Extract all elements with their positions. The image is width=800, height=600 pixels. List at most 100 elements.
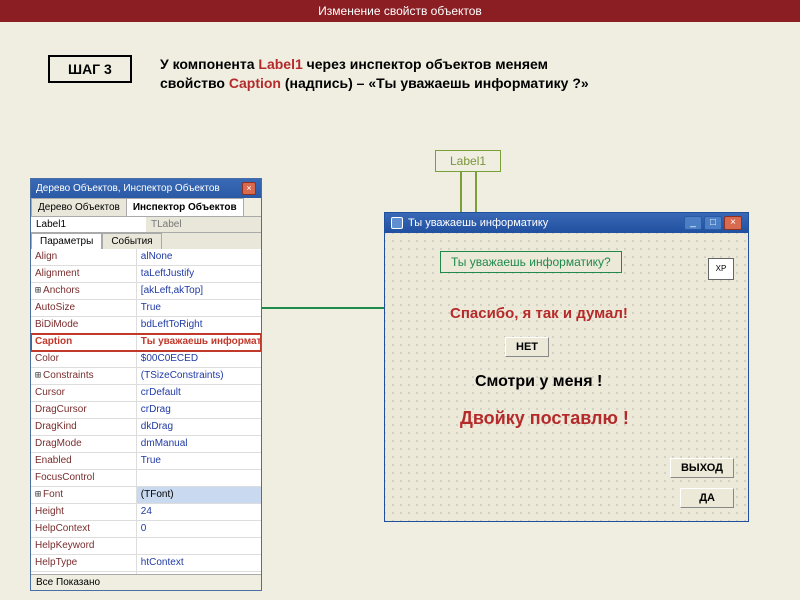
- property-value[interactable]: dkDrag: [137, 419, 261, 435]
- property-name: ⊞Anchors: [31, 283, 137, 299]
- intro-seg: У компонента: [160, 56, 258, 72]
- property-name: AutoSize: [31, 300, 137, 316]
- property-row[interactable]: Hint: [31, 572, 261, 574]
- property-name: Enabled: [31, 453, 137, 469]
- object-type: TLabel: [146, 217, 261, 232]
- connector-line: [255, 307, 390, 309]
- inspector-footer: Все Показано: [31, 574, 261, 590]
- property-name: DragKind: [31, 419, 137, 435]
- inspector-tabs: Дерево Объектов Инспектор Объектов: [31, 198, 261, 217]
- label-watch[interactable]: Смотри у меня !: [475, 373, 602, 391]
- property-row[interactable]: DragCursorcrDrag: [31, 402, 261, 419]
- intro-component: Label1: [258, 56, 302, 72]
- no-button[interactable]: НЕТ: [505, 337, 549, 357]
- property-row[interactable]: Color$00C0ECED: [31, 351, 261, 368]
- inspector-subtabs: Параметры События: [31, 233, 261, 249]
- form-client-area[interactable]: Ты уважаешь информатику? XP Спасибо, я т…: [385, 233, 748, 521]
- property-value[interactable]: Ты уважаешь информатику?: [137, 334, 261, 350]
- property-row[interactable]: AlignalNone: [31, 249, 261, 266]
- property-row[interactable]: AlignmenttaLeftJustify: [31, 266, 261, 283]
- subtab-events[interactable]: События: [102, 233, 161, 249]
- tab-inspector[interactable]: Инспектор Объектов: [126, 198, 244, 216]
- object-inspector-window: Дерево Объектов, Инспектор Объектов × Де…: [30, 178, 262, 591]
- property-name: FocusControl: [31, 470, 137, 486]
- property-value[interactable]: htContext: [137, 555, 261, 571]
- xp-manifest-icon[interactable]: XP: [708, 258, 734, 280]
- property-row[interactable]: HelpKeyword: [31, 538, 261, 555]
- property-value[interactable]: [137, 572, 261, 574]
- property-row[interactable]: ⊞Constraints(TSizeConstraints): [31, 368, 261, 385]
- property-value[interactable]: crDrag: [137, 402, 261, 418]
- property-row[interactable]: AutoSizeTrue: [31, 300, 261, 317]
- expand-icon[interactable]: ⊞: [35, 285, 41, 296]
- property-row[interactable]: CursorcrDefault: [31, 385, 261, 402]
- property-value[interactable]: [akLeft,akTop]: [137, 283, 261, 299]
- callout-label1: Label1: [435, 150, 501, 172]
- property-name: Hint: [31, 572, 137, 574]
- inspector-title: Дерево Объектов, Инспектор Объектов: [36, 183, 220, 194]
- intro-property: Caption: [229, 75, 281, 91]
- property-name: HelpKeyword: [31, 538, 137, 554]
- property-name: Caption: [31, 334, 137, 350]
- property-name: HelpType: [31, 555, 137, 571]
- inspector-object-select[interactable]: Label1 TLabel: [31, 217, 261, 233]
- expand-icon[interactable]: ⊞: [35, 489, 41, 500]
- property-row[interactable]: HelpContext0: [31, 521, 261, 538]
- property-value[interactable]: 0: [137, 521, 261, 537]
- yes-button[interactable]: ДА: [680, 488, 734, 508]
- property-value[interactable]: $00C0ECED: [137, 351, 261, 367]
- property-grid[interactable]: AlignalNoneAlignmenttaLeftJustify⊞Anchor…: [31, 249, 261, 574]
- property-name: Alignment: [31, 266, 137, 282]
- property-name: Height: [31, 504, 137, 520]
- form-titlebar[interactable]: Ты уважаешь информатику _ □ ×: [385, 213, 748, 233]
- property-value[interactable]: True: [137, 300, 261, 316]
- step-label: ШАГ 3: [48, 55, 132, 83]
- property-row[interactable]: DragModedmManual: [31, 436, 261, 453]
- property-row[interactable]: ⊞Font(TFont): [31, 487, 261, 504]
- close-icon[interactable]: ×: [724, 216, 742, 230]
- inspector-titlebar[interactable]: Дерево Объектов, Инспектор Объектов ×: [31, 179, 261, 198]
- intro-seg: (надпись) – «Ты уважаешь информатику ?»: [281, 75, 589, 91]
- subtab-params[interactable]: Параметры: [31, 233, 102, 249]
- property-row[interactable]: CaptionТы уважаешь информатику?: [31, 334, 261, 351]
- property-value[interactable]: True: [137, 453, 261, 469]
- property-value[interactable]: 24: [137, 504, 261, 520]
- property-row[interactable]: Height24: [31, 504, 261, 521]
- close-icon[interactable]: ×: [242, 182, 256, 195]
- property-row[interactable]: HelpTypehtContext: [31, 555, 261, 572]
- property-value[interactable]: taLeftJustify: [137, 266, 261, 282]
- property-value[interactable]: dmManual: [137, 436, 261, 452]
- property-value[interactable]: [137, 470, 261, 486]
- designer-form-window: Ты уважаешь информатику _ □ × Ты уважаеш…: [384, 212, 749, 522]
- label-thanks[interactable]: Спасибо, я так и думал!: [450, 305, 628, 322]
- property-value[interactable]: crDefault: [137, 385, 261, 401]
- property-row[interactable]: DragKinddkDrag: [31, 419, 261, 436]
- property-value[interactable]: [137, 538, 261, 554]
- property-name: BiDiMode: [31, 317, 137, 333]
- property-name: ⊞Font: [31, 487, 137, 503]
- property-row[interactable]: FocusControl: [31, 470, 261, 487]
- property-name: Align: [31, 249, 137, 265]
- app-icon: [391, 217, 403, 229]
- tab-tree[interactable]: Дерево Объектов: [31, 198, 127, 216]
- label-two[interactable]: Двойку поставлю !: [460, 408, 629, 429]
- label1-question[interactable]: Ты уважаешь информатику?: [440, 251, 622, 273]
- property-value[interactable]: (TFont): [137, 487, 261, 503]
- property-value[interactable]: (TSizeConstraints): [137, 368, 261, 384]
- property-row[interactable]: ⊞Anchors[akLeft,akTop]: [31, 283, 261, 300]
- property-name: ⊞Constraints: [31, 368, 137, 384]
- page-title: Изменение свойств объектов: [0, 0, 800, 22]
- object-name: Label1: [31, 217, 146, 232]
- property-name: HelpContext: [31, 521, 137, 537]
- property-value[interactable]: alNone: [137, 249, 261, 265]
- maximize-icon[interactable]: □: [704, 216, 722, 230]
- property-row[interactable]: BiDiModebdLeftToRight: [31, 317, 261, 334]
- expand-icon[interactable]: ⊞: [35, 370, 41, 381]
- intro-text: У компонента Label1 через инспектор объе…: [160, 55, 610, 93]
- property-row[interactable]: EnabledTrue: [31, 453, 261, 470]
- minimize-icon[interactable]: _: [684, 216, 702, 230]
- exit-button[interactable]: ВЫХОД: [670, 458, 734, 478]
- property-name: Cursor: [31, 385, 137, 401]
- property-name: DragMode: [31, 436, 137, 452]
- property-value[interactable]: bdLeftToRight: [137, 317, 261, 333]
